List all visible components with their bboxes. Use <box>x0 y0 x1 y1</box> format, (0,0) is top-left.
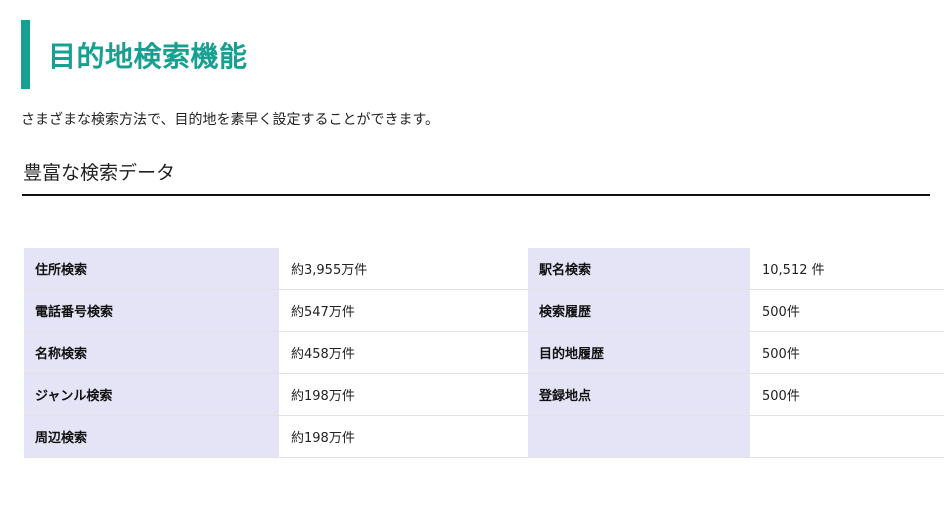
row-label: 検索履歴 <box>528 289 750 332</box>
row-value: 約3,955万件 <box>279 248 528 290</box>
search-data-table: 住所検索 約3,955万件 駅名検索 10,512 件 電話番号検索 約547万… <box>24 248 944 458</box>
row-value: 500件 <box>750 331 944 374</box>
row-value: 約458万件 <box>279 331 528 374</box>
intro-text: さまざまな検索方法で、目的地を素早く設定することができます。 <box>21 112 440 128</box>
table-row: 電話番号検索 約547万件 検索履歴 500件 <box>24 289 944 332</box>
row-label: 電話番号検索 <box>24 289 279 332</box>
row-value: 約547万件 <box>279 289 528 332</box>
row-label: 住所検索 <box>24 248 279 290</box>
page-heading: 目的地検索機能 <box>21 20 921 89</box>
section-heading: 豊富な検索データ <box>22 160 930 196</box>
row-value: 500件 <box>750 373 944 416</box>
row-value: 500件 <box>750 289 944 332</box>
section-title: 豊富な検索データ <box>23 162 176 184</box>
row-value-empty <box>750 415 944 458</box>
row-label: 目的地履歴 <box>528 331 750 374</box>
heading-accent-bar <box>21 20 30 89</box>
row-label: 駅名検索 <box>528 248 750 290</box>
table-row: 名称検索 約458万件 目的地履歴 500件 <box>24 331 944 374</box>
row-label: ジャンル検索 <box>24 373 279 416</box>
row-label-empty <box>528 415 750 458</box>
table-row: 周辺検索 約198万件 <box>24 415 944 458</box>
row-value: 約198万件 <box>279 373 528 416</box>
table-row: ジャンル検索 約198万件 登録地点 500件 <box>24 373 944 416</box>
row-label: 登録地点 <box>528 373 750 416</box>
row-label: 周辺検索 <box>24 415 279 458</box>
row-label: 名称検索 <box>24 331 279 374</box>
table-row: 住所検索 約3,955万件 駅名検索 10,512 件 <box>24 248 944 290</box>
page-title: 目的地検索機能 <box>48 39 248 73</box>
row-value: 約198万件 <box>279 415 528 458</box>
row-value: 10,512 件 <box>750 248 944 290</box>
